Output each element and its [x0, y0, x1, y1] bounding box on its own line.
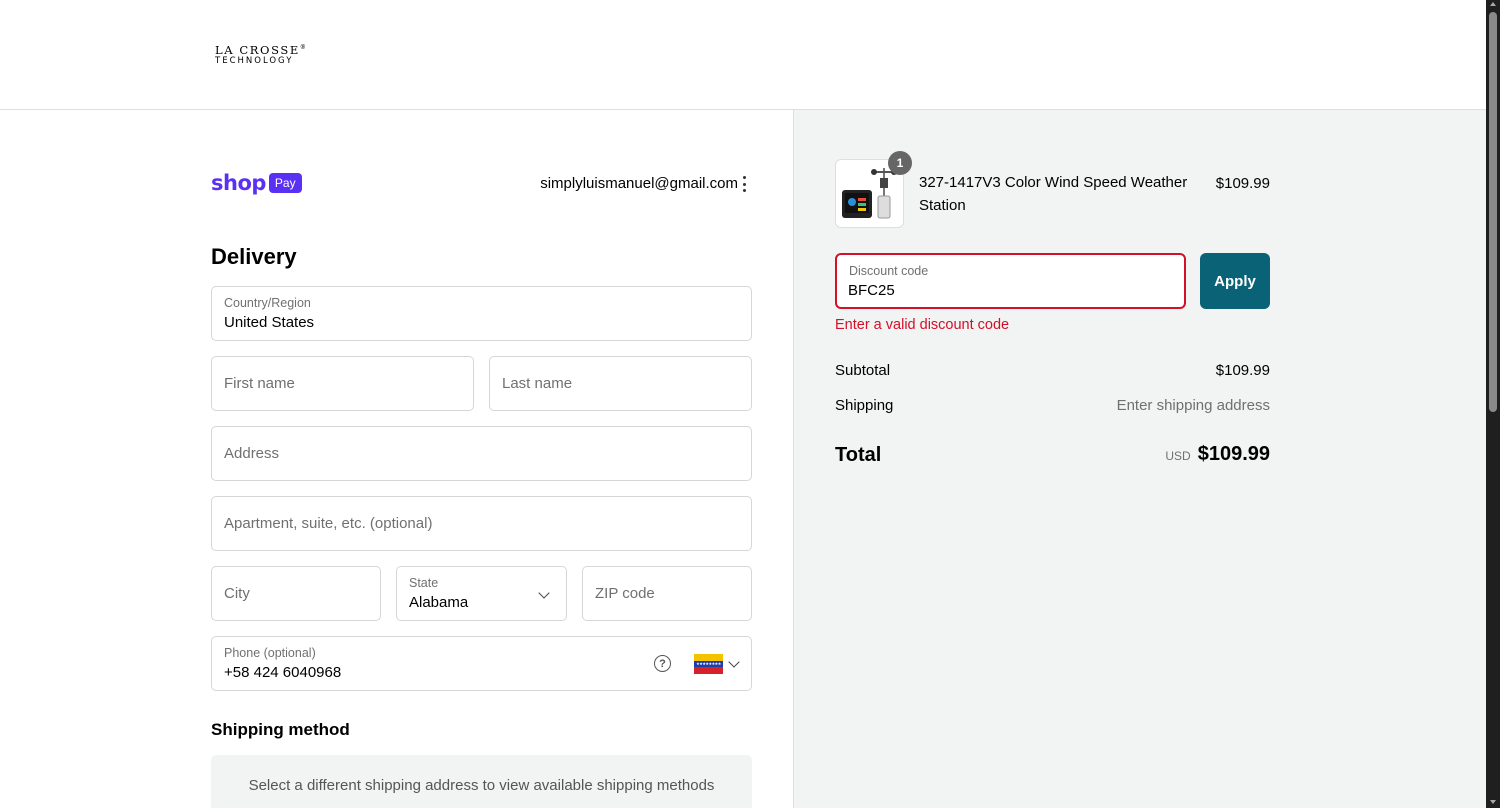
phone-label: Phone (optional) [224, 646, 316, 660]
shop-pay-logo: shop Pay [211, 171, 302, 195]
last-name-placeholder: Last name [502, 375, 573, 392]
country-label: Country/Region [224, 296, 311, 310]
state-value: Alabama [409, 594, 469, 611]
pay-badge: Pay [268, 173, 302, 193]
shop-wordmark: shop [211, 171, 266, 195]
address-field[interactable]: Address [211, 426, 752, 481]
scroll-up-arrow-icon[interactable] [1490, 2, 1496, 6]
scroll-down-arrow-icon[interactable] [1490, 800, 1496, 804]
account-email: simplyluismanuel@gmail.com [540, 175, 738, 192]
country-value: United States [224, 314, 315, 331]
page-scrollbar[interactable] [1486, 0, 1500, 808]
phone-value: +58 424 6040968 [224, 664, 342, 681]
last-name-field[interactable]: Last name [489, 356, 752, 411]
zip-field[interactable]: ZIP code [582, 566, 752, 621]
total-value: $109.99 [1197, 443, 1270, 465]
discount-code-input[interactable] [848, 282, 1168, 299]
chevron-down-icon [538, 587, 550, 599]
more-vertical-icon[interactable] [740, 176, 748, 192]
product-name: 327-1417V3 Color Wind Speed Weather Stat… [919, 174, 1188, 214]
city-placeholder: City [224, 585, 250, 602]
scrollbar-thumb[interactable] [1489, 12, 1497, 412]
help-icon[interactable]: ? [654, 655, 671, 672]
logo-line2: TECHNOLOGY [215, 55, 294, 66]
total-label: Total [835, 444, 882, 466]
state-select[interactable]: State Alabama [396, 566, 567, 621]
state-label: State [409, 576, 439, 590]
discount-error-message: Enter a valid discount code [835, 317, 1010, 333]
quantity-badge: 1 [888, 151, 912, 175]
apply-discount-button[interactable]: Apply [1200, 253, 1270, 309]
total-amount: USD $109.99 [1165, 443, 1270, 466]
country-select[interactable]: Country/Region United States [211, 285, 946, 341]
shipping-value: Enter shipping address [1116, 397, 1270, 414]
subtotal-label: Subtotal [835, 362, 891, 379]
logo-line1: LA CROSSE® [215, 42, 306, 57]
shipping-method-notice: Select a different shipping address to v… [211, 755, 752, 808]
apartment-field[interactable]: Apartment, suite, etc. (optional) [211, 496, 752, 551]
total-currency: USD [1165, 449, 1191, 463]
product-price: $109.99 [1215, 175, 1270, 192]
shipping-label: Shipping [835, 397, 894, 414]
shipping-method-heading: Shipping method [211, 720, 350, 739]
address-placeholder: Address [224, 445, 280, 462]
city-field[interactable]: City [211, 566, 381, 621]
discount-code-label: Discount code [849, 264, 929, 278]
discount-code-field[interactable]: Discount code [835, 253, 1186, 309]
first-name-placeholder: First name [224, 375, 295, 392]
chevron-down-icon[interactable] [728, 656, 740, 668]
zip-placeholder: ZIP code [595, 585, 655, 602]
header-bar: LA CROSSE® TECHNOLOGY [0, 0, 1486, 110]
apartment-placeholder: Apartment, suite, etc. (optional) [224, 515, 433, 532]
first-name-field[interactable]: First name [211, 356, 474, 411]
subtotal-value: $109.99 [1215, 362, 1270, 379]
delivery-heading: Delivery [211, 244, 297, 269]
la-crosse-logo[interactable]: LA CROSSE® TECHNOLOGY [215, 42, 315, 66]
venezuela-flag-icon[interactable]: ★★★★★★★★ [694, 654, 723, 674]
